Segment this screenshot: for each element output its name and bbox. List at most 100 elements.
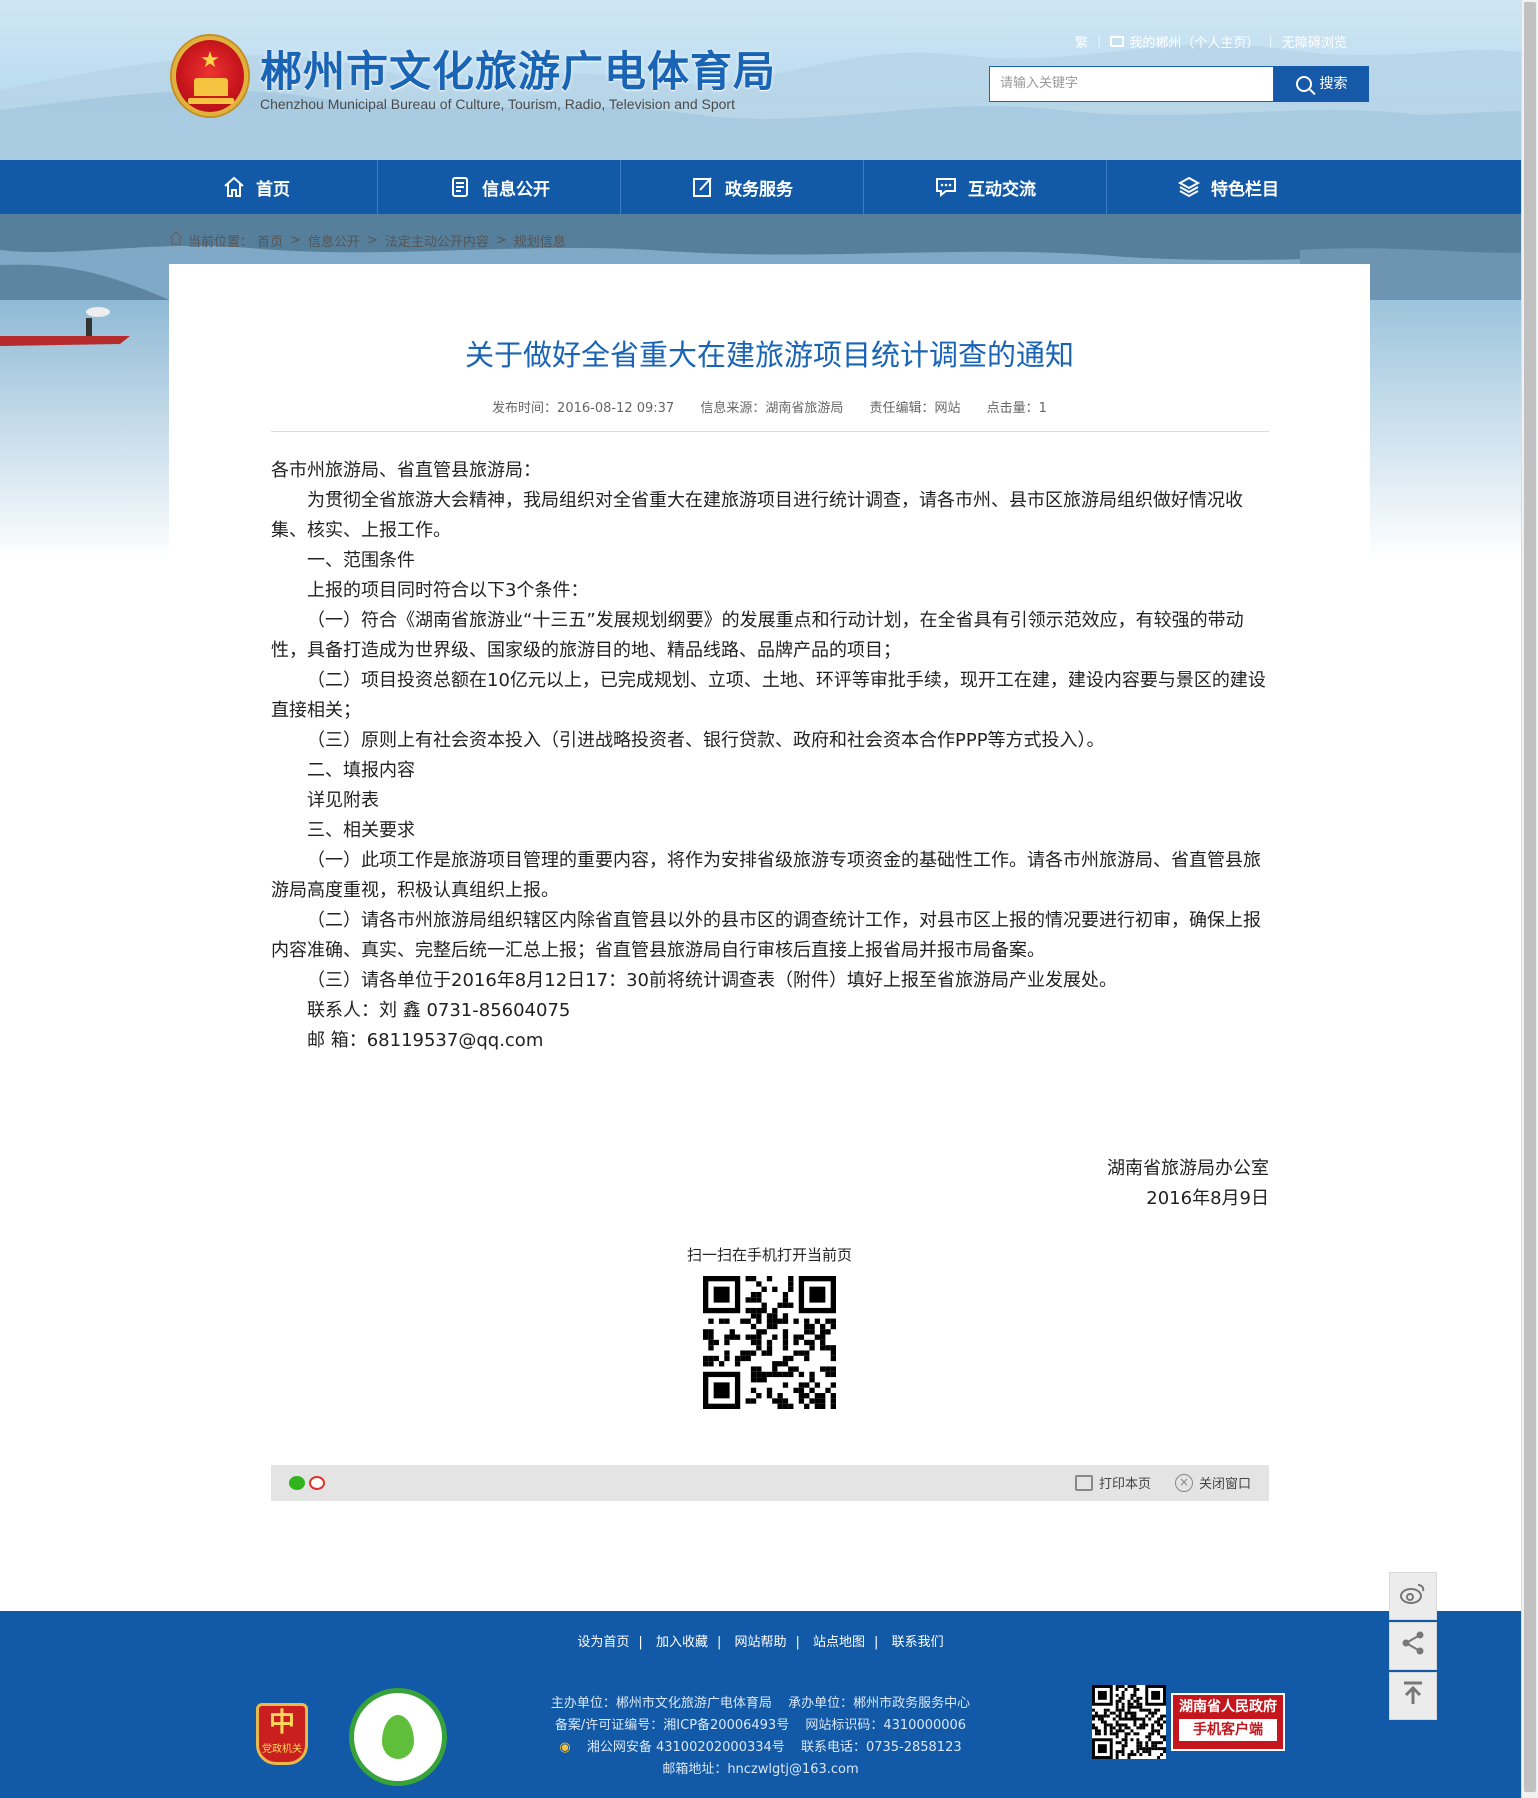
footer-link-set-home[interactable]: 设为首页: [577, 1635, 629, 1650]
breadcrumb-separator: >: [495, 232, 507, 248]
footer-link-favorite[interactable]: 加入收藏: [656, 1635, 708, 1650]
nav-label: 政务服务: [725, 179, 793, 200]
page-qr-code: [703, 1276, 836, 1409]
top-links: 繁 | 我的郴州（个人主页） | 无障碍浏览: [1075, 31, 1347, 51]
breadcrumb-separator: >: [366, 232, 378, 248]
paragraph: 三、相关要求: [307, 820, 415, 841]
app-badge-subtitle: 手机客户端: [1179, 1719, 1277, 1741]
site-header: ★ 郴州市文化旅游广电体育局 Chenzhou Municipal Bureau…: [0, 0, 1521, 160]
breadcrumb: 当前位置： 首页 > 信息公开 > 法定主动公开内容 > 规划信息: [168, 230, 566, 250]
back-to-top-icon: [1401, 1680, 1425, 1712]
info-source: 信息来源：湖南省旅游局: [700, 401, 844, 416]
print-button[interactable]: 打印本页: [1074, 1473, 1151, 1492]
chat-icon: [934, 175, 958, 199]
app-badge-title: 湖南省人民政府: [1179, 1699, 1277, 1715]
breadcrumb-info-disclosure[interactable]: 信息公开: [308, 231, 360, 250]
police-record[interactable]: 湘公网安备 43100202000334号: [587, 1740, 785, 1755]
close-icon: ×: [1174, 1473, 1193, 1492]
breadcrumb-statutory-content[interactable]: 法定主动公开内容: [385, 231, 489, 250]
nav-item-gov-service[interactable]: 政务服务: [621, 160, 864, 214]
mobile-app-badge[interactable]: 湖南省人民政府 手机客户端: [1171, 1693, 1285, 1751]
home-icon: [168, 230, 184, 250]
home-icon: [222, 175, 246, 199]
share-icon: [1400, 1630, 1426, 1662]
signature-date: 2016年8月9日: [1146, 1188, 1269, 1209]
article-title: 关于做好全省重大在建旅游项目统计调查的通知: [464, 338, 1074, 372]
paragraph: 各市州旅游局、省直管县旅游局：: [271, 460, 541, 481]
undertaker: 承办单位：郴州市政务服务中心: [788, 1696, 971, 1711]
paragraph: 为贯彻全省旅游大会精神，我局组织对全省重大在建旅游项目进行统计调查，请各市州、县…: [271, 490, 1243, 541]
close-window-button[interactable]: × 关闭窗口: [1174, 1473, 1251, 1492]
breadcrumb-home[interactable]: 首页: [257, 231, 283, 250]
paragraph: （一）符合《湖南省旅游业“十三五”发展规划纲要》的发展重点和行动计划，在全省具有…: [271, 610, 1244, 661]
article-toolbar: 打印本页 × 关闭窗口: [271, 1465, 1269, 1501]
breadcrumb-planning-info[interactable]: 规划信息: [514, 231, 566, 250]
police-badge-icon: ◉: [559, 1740, 571, 1755]
paragraph: （一）此项工作是旅游项目管理的重要内容，将作为安排省级旅游专项资金的基础性工作。…: [271, 850, 1261, 901]
site-title: 郴州市文化旅游广电体育局: [260, 47, 777, 96]
share-buttons: [289, 1476, 325, 1490]
main-nav: 首页 信息公开 政务服务 互动交流 特色栏目: [0, 160, 1521, 214]
footer-link-sitemap[interactable]: 站点地图: [813, 1635, 865, 1650]
signature: 湖南省旅游局办公室 2016年8月9日: [1107, 1154, 1269, 1214]
divider: |: [1097, 33, 1102, 49]
contact-phone: 联系电话：0735-2858123: [800, 1740, 962, 1755]
national-emblem-logo: ★: [172, 36, 248, 116]
print-label: 打印本页: [1098, 1477, 1151, 1492]
paragraph: （三）请各单位于2016年8月12日17：30前将统计调查表（附件）填好上报至省…: [307, 970, 1117, 991]
editor: 责任编辑：网站: [869, 401, 961, 416]
click-count: 点击量：1: [986, 401, 1047, 416]
divider: [271, 431, 1269, 432]
vertical-scrollbar[interactable]: [1521, 0, 1538, 1798]
nav-item-featured[interactable]: 特色栏目: [1107, 160, 1349, 214]
breadcrumb-label: 当前位置：: [188, 234, 254, 250]
nav-label: 互动交流: [968, 179, 1036, 200]
weibo-share-button[interactable]: [1389, 1572, 1437, 1620]
article-panel: 关于做好全省重大在建旅游项目统计调查的通知 发布时间：2016-08-12 09…: [169, 264, 1370, 1584]
footer-qr-code: [1092, 1685, 1166, 1759]
footer-links: 设为首页 | 加入收藏 | 网站帮助 | 站点地图 | 联系我们: [577, 1635, 944, 1650]
floating-buttons: [1389, 1572, 1437, 1722]
paragraph: 上报的项目同时符合以下3个条件：: [307, 580, 589, 601]
paragraph: （二）请各市州旅游局组织辖区内除省直管县以外的县市区的调查统计工作，对县市区上报…: [271, 910, 1261, 961]
paragraph: 邮 箱：68119537@qq.com: [307, 1030, 544, 1051]
icp-number[interactable]: 备案/许可证编号：湘ICP备20006493号: [555, 1718, 789, 1733]
monitor-icon: [1110, 35, 1125, 47]
breadcrumb-separator: >: [290, 232, 301, 248]
publish-time: 发布时间：2016-08-12 09:37: [492, 401, 675, 416]
site-id: 网站标识码：4310000006: [805, 1718, 967, 1733]
scrollbar-thumb[interactable]: [1524, 2, 1536, 1792]
share-button[interactable]: [1389, 1622, 1437, 1670]
qr-caption: 扫一扫在手机打开当前页: [686, 1246, 852, 1264]
search-button[interactable]: 搜索: [1274, 66, 1369, 102]
traditional-chinese-link[interactable]: 繁: [1075, 32, 1088, 51]
nav-label: 首页: [256, 179, 290, 200]
weibo-icon[interactable]: [309, 1476, 325, 1490]
printer-icon: [1074, 1474, 1093, 1491]
footer-info: 主办单位：郴州市文化旅游广电体育局 承办单位：郴州市政务服务中心 备案/许可证编…: [0, 1693, 1521, 1781]
nav-item-interaction[interactable]: 互动交流: [864, 160, 1107, 214]
nav-item-info-disclosure[interactable]: 信息公开: [378, 160, 621, 214]
footer-link-help[interactable]: 网站帮助: [734, 1635, 786, 1650]
paragraph: 详见附表: [307, 790, 379, 811]
layers-icon: [1177, 175, 1201, 199]
accessibility-link[interactable]: 无障碍浏览: [1282, 32, 1347, 51]
footer-link-contact[interactable]: 联系我们: [892, 1635, 944, 1650]
wechat-icon[interactable]: [289, 1476, 305, 1490]
back-to-top-button[interactable]: [1389, 1672, 1437, 1720]
article-body: 各市州旅游局、省直管县旅游局： 为贯彻全省旅游大会精神，我局组织对全省重大在建旅…: [271, 456, 1269, 1056]
search-input[interactable]: 请输入关键字: [989, 66, 1274, 102]
article-meta: 发布时间：2016-08-12 09:37 信息来源：湖南省旅游局 责任编辑：网…: [169, 397, 1370, 416]
my-chenzhou-link[interactable]: 我的郴州（个人主页）: [1129, 32, 1259, 51]
toolbar-actions: 打印本页 × 关闭窗口: [1074, 1473, 1251, 1492]
paragraph: 二、填报内容: [307, 760, 415, 781]
edit-icon: [691, 175, 715, 199]
document-icon: [448, 175, 472, 199]
site-subtitle: Chenzhou Municipal Bureau of Culture, To…: [260, 96, 735, 112]
close-label: 关闭窗口: [1198, 1477, 1251, 1492]
paragraph: 联系人：刘 鑫 0731-85604075: [307, 1000, 571, 1021]
divider: |: [1268, 33, 1273, 49]
nav-item-home[interactable]: 首页: [135, 160, 378, 214]
paragraph: 一、范围条件: [307, 550, 415, 571]
signature-org: 湖南省旅游局办公室: [1107, 1158, 1269, 1179]
